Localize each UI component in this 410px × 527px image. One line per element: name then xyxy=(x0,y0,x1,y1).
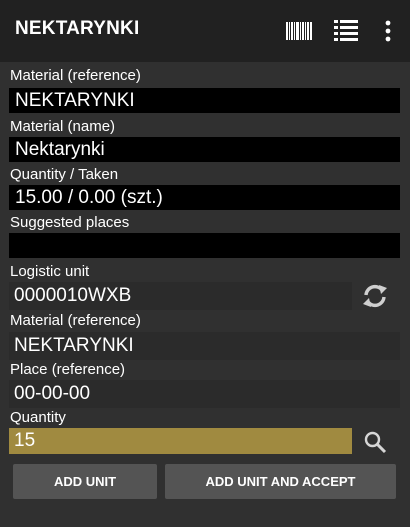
page-title: NEKTARYNKI xyxy=(15,18,140,39)
material-name-label: Material (name) xyxy=(10,118,116,135)
barcode-icon[interactable] xyxy=(282,14,316,48)
logistic-unit-field[interactable]: 0000010WXB xyxy=(9,282,352,310)
material-reference-label: Material (reference) xyxy=(10,67,141,84)
quantity-label: Quantity xyxy=(10,409,66,426)
material-name-value: Nektarynki xyxy=(9,137,400,162)
place-reference-label: Place (reference) xyxy=(10,361,126,378)
search-icon[interactable] xyxy=(360,427,390,457)
logistic-unit-label: Logistic unit xyxy=(10,263,90,280)
refresh-icon[interactable] xyxy=(359,281,391,311)
add-unit-button[interactable]: ADD UNIT xyxy=(13,464,157,499)
material-reference-2-value: NEKTARYNKI xyxy=(9,332,400,360)
list-icon[interactable] xyxy=(329,14,363,48)
quantity-input[interactable] xyxy=(9,428,352,454)
quantity-taken-label: Quantity / Taken xyxy=(10,166,119,183)
material-reference-value: NEKTARYNKI xyxy=(9,88,400,113)
suggested-places-label: Suggested places xyxy=(10,214,130,231)
more-vert-icon[interactable] xyxy=(371,14,405,48)
suggested-places-value xyxy=(9,233,400,258)
app-bar: NEKTARYNKI xyxy=(0,0,410,62)
place-reference-value: 00-00-00 xyxy=(9,380,400,408)
add-unit-and-accept-button[interactable]: ADD UNIT AND ACCEPT xyxy=(165,464,396,499)
material-reference-2-label: Material (reference) xyxy=(10,312,141,329)
quantity-taken-value: 15.00 / 0.00 (szt.) xyxy=(9,185,400,210)
